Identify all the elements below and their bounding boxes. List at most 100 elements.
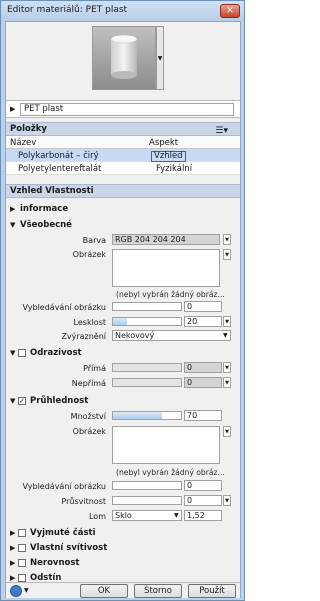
material-name-field[interactable]: PET plast: [20, 103, 234, 116]
collapsed-triangle-icon[interactable]: ▶: [10, 571, 15, 582]
svitivost-checkbox[interactable]: [18, 544, 26, 552]
group-informace[interactable]: ▶ informace: [6, 202, 240, 216]
mnozstvi-slider[interactable]: [112, 411, 182, 420]
obrazek-image-box[interactable]: [112, 249, 220, 287]
globe-icon[interactable]: [10, 585, 22, 597]
mnozstvi-field[interactable]: 70: [184, 410, 222, 421]
prusvitnost-field[interactable]: 0: [184, 495, 222, 506]
table-row[interactable]: Polyetylentereftalát Fyzikální: [6, 162, 240, 175]
group-label: Vlastní svítivost: [30, 543, 108, 553]
neprima-field[interactable]: 0: [184, 377, 222, 388]
neprima-slider[interactable]: [112, 378, 182, 387]
lesklost-field[interactable]: 20: [184, 316, 222, 327]
pouzit-button[interactable]: Použít: [188, 584, 236, 598]
column-header-name[interactable]: Název: [10, 138, 36, 148]
lesklost-slider[interactable]: [112, 317, 182, 326]
group-label: Všeobecné: [20, 220, 72, 230]
prusvitnost-slider[interactable]: [112, 496, 182, 505]
row-aspect-badge: Vzhled: [151, 151, 186, 162]
group-vseobecne[interactable]: ▼ Všeobecné: [6, 218, 240, 232]
lom-chevron-icon[interactable]: ▼: [174, 512, 179, 519]
group-label: Odrazivost: [30, 348, 82, 358]
client-area: ▼ ▶ PET plast Položky ☰▾ Název Aspekt Po…: [5, 21, 241, 598]
zvyrazneni-chevron-icon[interactable]: ▼: [223, 332, 228, 339]
odrazivost-checkbox[interactable]: [18, 349, 26, 357]
expanded-triangle-icon[interactable]: ▼: [10, 218, 15, 232]
prusvitnost-dropdown[interactable]: ▼: [223, 495, 231, 506]
table-row[interactable]: Polykarbonát – čirý Vzhled: [6, 149, 240, 162]
prima-field[interactable]: 0: [184, 362, 222, 373]
obrazek-dropdown[interactable]: ▼: [223, 249, 231, 260]
barva-field[interactable]: RGB 204 204 204: [112, 234, 220, 245]
odstin-checkbox[interactable]: [18, 574, 26, 582]
zvyrazneni-select[interactable]: Nekovový: [112, 330, 231, 341]
vybledavani2-field[interactable]: 0: [184, 480, 222, 491]
barva-label: Barva: [82, 236, 106, 245]
button-bar: ▼ OK Storno Použít: [6, 582, 240, 598]
prima-label: Přímá: [83, 364, 106, 373]
close-icon[interactable]: ✕: [220, 4, 240, 18]
collapsed-triangle-icon[interactable]: ▶: [10, 526, 15, 540]
row-name: Polyetylentereftalát: [18, 164, 102, 174]
prima-dropdown[interactable]: ▼: [223, 362, 231, 373]
column-header-aspect[interactable]: Aspekt: [149, 138, 178, 148]
window-title: Editor materiálů: PET plast: [7, 5, 128, 15]
expanded-triangle-icon[interactable]: ▼: [10, 346, 15, 360]
group-vlastni-svitivost[interactable]: ▶ Vlastní svítivost: [6, 541, 240, 555]
nerovnost-checkbox[interactable]: [18, 559, 26, 567]
vybledavani2-slider[interactable]: [112, 481, 182, 490]
preview-dropdown-button[interactable]: ▼: [156, 26, 164, 90]
lom-number-field[interactable]: 1,52: [184, 510, 222, 521]
globe-dropdown-icon[interactable]: ▼: [24, 587, 29, 594]
group-odstin[interactable]: ▶ Odstín: [6, 571, 240, 582]
storno-button[interactable]: Storno: [134, 584, 182, 598]
preview-area: ▼: [6, 22, 240, 100]
group-label: Průhlednost: [30, 396, 89, 406]
group-pruhlednost[interactable]: ▼ ✓ Průhlednost: [6, 394, 240, 408]
group-label: Odstín: [30, 573, 62, 582]
obrazek2-dropdown[interactable]: ▼: [223, 426, 231, 437]
group-label: informace: [20, 204, 69, 214]
scrollbar[interactable]: [234, 198, 240, 582]
lesklost-slider-fill: [113, 318, 127, 325]
lom-select[interactable]: Sklo: [112, 510, 182, 521]
ok-button[interactable]: OK: [80, 584, 128, 598]
mnozstvi-slider-fill: [113, 412, 162, 419]
pruhlednost-checkbox[interactable]: ✓: [18, 397, 26, 405]
expand-triangle-icon[interactable]: ▶: [10, 105, 15, 113]
vybledavani-slider[interactable]: [112, 302, 182, 311]
obrazek-label: Obrázek: [72, 250, 106, 259]
collapsed-triangle-icon[interactable]: ▶: [10, 556, 15, 570]
lesklost-dropdown[interactable]: ▼: [223, 316, 231, 327]
material-preview-image: [92, 26, 156, 90]
lesklost-label: Lesklost: [73, 318, 106, 327]
lom-label: Lom: [88, 512, 106, 521]
polozky-table: Název Aspekt Polykarbonát – čirý Vzhled …: [6, 136, 240, 175]
group-vyjmute-casti[interactable]: ▶ Vyjmuté části: [6, 526, 240, 540]
obrazek-note: (nebyl vybrán žádný obráz...: [116, 290, 225, 299]
prima-slider[interactable]: [112, 363, 182, 372]
collapsed-triangle-icon[interactable]: ▶: [10, 541, 15, 555]
vzhled-section-header: Vzhled Vlastnosti: [6, 184, 240, 198]
neprima-dropdown[interactable]: ▼: [223, 377, 231, 388]
table-header: Název Aspekt: [6, 136, 240, 149]
polozky-section-header: Položky ☰▾: [6, 122, 240, 136]
group-label: Nerovnost: [30, 558, 80, 568]
group-nerovnost[interactable]: ▶ Nerovnost: [6, 556, 240, 570]
barva-dropdown[interactable]: ▼: [223, 234, 231, 245]
obrazek2-image-box[interactable]: [112, 426, 220, 464]
obrazek2-note: (nebyl vybrán žádný obráz...: [116, 468, 225, 477]
expanded-triangle-icon[interactable]: ▼: [10, 394, 15, 408]
neprima-label: Nepřímá: [71, 379, 106, 388]
row-aspect: Fyzikální: [156, 164, 193, 174]
obrazek2-label: Obrázek: [72, 427, 106, 436]
group-odrazivost[interactable]: ▼ Odrazivost: [6, 346, 240, 360]
vyjmute-checkbox[interactable]: [18, 529, 26, 537]
vybledavani-field[interactable]: 0: [184, 301, 222, 312]
zvyrazneni-label: Zvýraznění: [61, 332, 106, 341]
prusvitnost-label: Průsvitnost: [61, 497, 106, 506]
cylinder-preview-icon: [110, 34, 138, 79]
polozky-header-label: Položky: [10, 124, 47, 134]
row-name: Polykarbonát – čirý: [18, 151, 99, 161]
collapsed-triangle-icon[interactable]: ▶: [10, 202, 15, 216]
